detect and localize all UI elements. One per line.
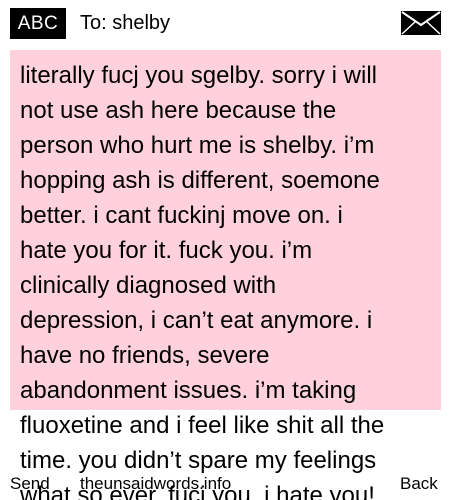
send-softkey[interactable]: Send [10, 473, 50, 495]
message-line: hate you for it. fuck you. i’m [20, 237, 313, 264]
message-header: ABC To: shelby [0, 0, 450, 46]
message-line: have no friends, severe [20, 342, 270, 369]
message-line: better. i cant fuckinj move on. i [20, 202, 343, 229]
back-softkey[interactable]: Back [400, 473, 438, 495]
message-line: not use ash here because the [20, 97, 337, 124]
message-line: person who hurt me is shelby. i’m [20, 132, 375, 159]
message-line: depression, i can’t eat anymore. i [20, 307, 373, 334]
message-line: clinically diagnosed with [20, 272, 277, 299]
site-credit-label: theunsaidwords.info [80, 474, 232, 493]
input-mode-badge[interactable]: ABC [10, 8, 66, 39]
message-text[interactable]: literally fucj you sgelby. sorry i will n… [20, 58, 430, 500]
recipient-field[interactable]: To: shelby [80, 8, 170, 39]
envelope-icon [401, 11, 441, 35]
message-line: literally fucj you sgelby. sorry i will [20, 62, 377, 89]
message-line: abandonment issues. i’m taking [20, 377, 357, 404]
message-line: hopping ash is different, soemone [20, 167, 380, 194]
message-line: fluoxetine and i feel like shit all the [20, 412, 385, 439]
